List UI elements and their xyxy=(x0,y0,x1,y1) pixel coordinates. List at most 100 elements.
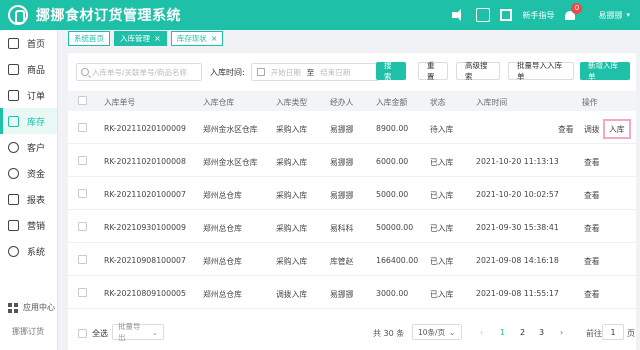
new-stock-in-button[interactable]: 新增入库单 xyxy=(580,61,630,81)
sidebar-item-customers[interactable]: 客户 xyxy=(0,134,57,160)
tag-label: 库存现状 xyxy=(176,34,207,43)
cell-handler: 易挪挪 xyxy=(330,290,354,299)
tag-stock-in[interactable]: 入库管理 × xyxy=(114,31,167,46)
app-title: 挪挪食材订货管理系统 xyxy=(36,8,181,24)
tag-home[interactable]: 系统首页 xyxy=(68,31,110,46)
select-all-footer-checkbox[interactable] xyxy=(78,329,87,338)
chevron-down-icon: ⌄ xyxy=(449,327,456,337)
fullscreen-icon[interactable] xyxy=(500,9,513,21)
sidebar-item-orders[interactable]: 订单 xyxy=(0,82,57,108)
sidebar-item-stock[interactable]: 库存 xyxy=(0,108,57,134)
tag-label: 系统首页 xyxy=(74,34,104,43)
advanced-search-button[interactable]: 高级搜索 xyxy=(456,61,500,81)
app-center-link[interactable]: 应用中心 xyxy=(8,302,55,313)
cell-type: 调拨入库 xyxy=(276,290,308,299)
stock-in-link[interactable]: 入库 xyxy=(609,124,625,135)
cell-time: 2021-10-20 11:13:13 xyxy=(476,157,559,166)
sidebar-item-label: 营销 xyxy=(27,221,46,232)
cell-status: 已入库 xyxy=(430,191,454,200)
row-checkbox[interactable] xyxy=(78,156,87,165)
chevron-down-icon: ▾ xyxy=(626,11,630,19)
date-range-picker[interactable]: 开始日期 至 结束日期 xyxy=(250,63,379,81)
select-all-checkbox[interactable] xyxy=(78,96,87,105)
cell-no: RK-20211020100008 xyxy=(104,157,186,166)
sidebar-item-system[interactable]: 系统 xyxy=(0,238,57,264)
batch-export-select[interactable]: 批量导出 ⌄ xyxy=(112,322,164,342)
table-row: RK-20210809100005 郑州总仓库 调拨入库 易挪挪 3000.00… xyxy=(68,277,636,309)
sidebar-item-marketing[interactable]: 营销 xyxy=(0,212,57,238)
cell-warehouse: 郑州总仓库 xyxy=(203,290,242,299)
cell-type: 采购入库 xyxy=(276,257,308,266)
cell-no: RK-20210930100009 xyxy=(104,223,186,232)
search-input[interactable]: 入库单号/关联单号/商品名称 xyxy=(76,63,202,81)
goto-label: 前往 xyxy=(586,329,602,338)
bell-icon[interactable]: 0 xyxy=(564,3,583,21)
home-icon xyxy=(8,37,19,49)
cell-amount: 6000.00 xyxy=(376,157,409,166)
page-size-select[interactable]: 10条/页 ⌄ xyxy=(412,324,462,340)
time-label: 入库时间: xyxy=(210,67,245,77)
end-date-placeholder: 结束日期 xyxy=(320,67,351,77)
page-3[interactable]: 3 xyxy=(539,328,544,337)
cell-status: 已入库 xyxy=(430,224,454,233)
row-checkbox[interactable] xyxy=(78,288,87,297)
header-handler: 经办人 xyxy=(330,98,354,107)
prev-page-icon[interactable]: ‹ xyxy=(480,328,483,337)
cell-time: 2021-10-20 10:02:57 xyxy=(476,190,559,199)
row-checkbox[interactable] xyxy=(78,222,87,231)
sidebar-item-reports[interactable]: 报表 xyxy=(0,186,57,212)
header-type: 入库类型 xyxy=(276,98,308,107)
table-row: RK-20211020100009 郑州金水区仓库 采购入库 易挪挪 8900.… xyxy=(68,112,636,144)
sidebar-item-funds[interactable]: 资金 xyxy=(0,160,57,186)
cell-warehouse: 郑州总仓库 xyxy=(203,191,242,200)
goto-page-input[interactable]: 1 xyxy=(602,324,624,340)
next-page-icon[interactable]: › xyxy=(560,328,563,337)
view-link[interactable]: 查看 xyxy=(584,289,600,300)
transfer-link[interactable]: 调拨 xyxy=(584,124,600,135)
cell-type: 采购入库 xyxy=(276,125,308,134)
cell-amount: 5000.00 xyxy=(376,190,409,199)
table-row: RK-20210908100007 郑州总仓库 采购入库 库管赵 166400.… xyxy=(68,244,636,276)
view-link[interactable]: 查看 xyxy=(584,157,600,168)
sidebar-item-goods[interactable]: 商品 xyxy=(0,56,57,82)
tags-bar: 系统首页 入库管理 × 库存现状 × xyxy=(68,31,224,49)
row-checkbox[interactable] xyxy=(78,123,87,132)
view-link[interactable]: 查看 xyxy=(584,223,600,234)
header-amount: 入库金额 xyxy=(376,98,408,107)
cell-time: 2021-09-08 11:55:17 xyxy=(476,289,559,298)
page-1[interactable]: 1 xyxy=(500,328,505,337)
reset-button[interactable]: 重置 xyxy=(418,61,448,81)
header-no: 入库单号 xyxy=(104,98,136,107)
row-checkbox[interactable] xyxy=(78,255,87,264)
marketing-icon xyxy=(8,219,19,231)
view-link[interactable]: 查看 xyxy=(584,256,600,267)
tag-stock-status[interactable]: 库存现状 × xyxy=(170,31,224,46)
cell-handler: 易挪挪 xyxy=(330,125,354,134)
bag-icon xyxy=(8,63,19,75)
page-unit: 页 xyxy=(627,329,635,338)
table-row: RK-20210930100009 郑州总仓库 采购入库 易科科 50000.0… xyxy=(68,211,636,243)
close-icon[interactable]: × xyxy=(154,34,161,43)
view-link[interactable]: 查看 xyxy=(558,124,574,135)
total-count: 共 30 条 xyxy=(373,329,405,338)
close-icon[interactable]: × xyxy=(211,34,218,43)
cell-type: 采购入库 xyxy=(276,191,308,200)
volume-icon[interactable] xyxy=(452,9,466,21)
system-icon xyxy=(8,245,19,257)
table-row: RK-20211020100008 郑州金水区仓库 采购入库 易挪挪 6000.… xyxy=(68,145,636,177)
row-checkbox[interactable] xyxy=(78,189,87,198)
cell-handler: 库管赵 xyxy=(330,257,354,266)
sidebar-item-home[interactable]: 首页 xyxy=(0,30,57,56)
header-time: 入库时间 xyxy=(476,98,508,107)
cell-amount: 50000.00 xyxy=(376,223,414,232)
user-menu[interactable]: 易挪挪 ▾ xyxy=(598,10,630,21)
sidebar-item-label: 商品 xyxy=(27,65,46,76)
page-2[interactable]: 2 xyxy=(520,328,525,337)
batch-import-button[interactable]: 批量导入入库单 xyxy=(508,61,574,81)
guide-link[interactable]: 新手指导 xyxy=(522,10,554,21)
search-button[interactable]: 搜索 xyxy=(376,61,406,81)
cell-no: RK-20211020100009 xyxy=(104,124,186,133)
view-link[interactable]: 查看 xyxy=(584,190,600,201)
sidebar-item-label: 报表 xyxy=(27,195,46,206)
window-icon[interactable] xyxy=(476,8,491,22)
